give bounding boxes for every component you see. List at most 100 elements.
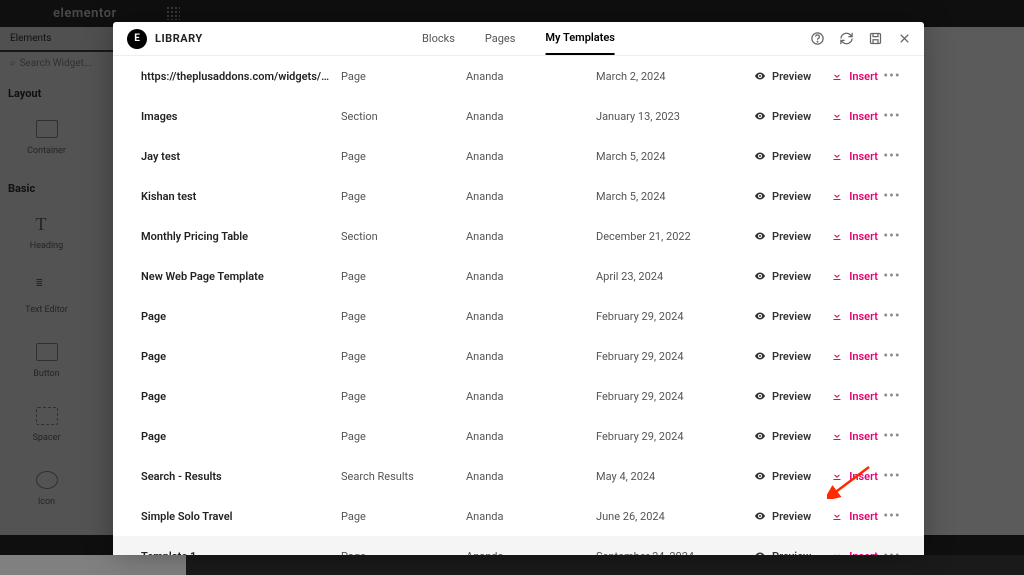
table-row: Jay testPageAnandaMarch 5, 2024PreviewIn…: [113, 136, 924, 176]
preview-button[interactable]: Preview: [754, 470, 811, 483]
more-actions-button[interactable]: •••: [878, 428, 906, 444]
row-actions: Preview Insert: [741, 430, 878, 443]
template-type: Page: [341, 430, 466, 443]
insert-label: Insert: [849, 430, 878, 443]
tab-pages[interactable]: Pages: [485, 22, 516, 55]
close-icon[interactable]: [897, 31, 912, 46]
preview-button[interactable]: Preview: [754, 350, 811, 363]
insert-button[interactable]: Insert: [831, 70, 878, 83]
preview-button[interactable]: Preview: [754, 310, 811, 323]
eye-icon: [754, 510, 766, 522]
eye-icon: [754, 190, 766, 202]
template-author: Ananda: [466, 150, 596, 163]
template-date: January 13, 2023: [596, 110, 741, 123]
modal-body[interactable]: https://theplusaddons.com/widgets/ - 01/…: [113, 56, 924, 555]
insert-button[interactable]: Insert: [831, 110, 878, 123]
tab-my-templates[interactable]: My Templates: [545, 22, 615, 55]
preview-button[interactable]: Preview: [754, 70, 811, 83]
preview-button[interactable]: Preview: [754, 270, 811, 283]
table-row: Template 1PageAnandaSeptember 24, 2024Pr…: [113, 536, 924, 555]
template-author: Ananda: [466, 390, 596, 403]
more-actions-button[interactable]: •••: [878, 68, 906, 84]
refresh-icon[interactable]: [839, 31, 854, 46]
insert-label: Insert: [849, 70, 878, 83]
preview-button[interactable]: Preview: [754, 430, 811, 443]
insert-button[interactable]: Insert: [831, 470, 878, 483]
preview-label: Preview: [772, 550, 811, 556]
insert-button[interactable]: Insert: [831, 390, 878, 403]
download-icon: [831, 310, 843, 322]
preview-button[interactable]: Preview: [754, 190, 811, 203]
template-author: Ananda: [466, 310, 596, 323]
insert-label: Insert: [849, 150, 878, 163]
eye-icon: [754, 550, 766, 555]
row-actions: Preview Insert: [741, 110, 878, 123]
more-actions-button[interactable]: •••: [878, 388, 906, 404]
template-name: https://theplusaddons.com/widgets/ - 01/…: [141, 70, 341, 83]
more-actions-button[interactable]: •••: [878, 108, 906, 124]
insert-label: Insert: [849, 230, 878, 243]
preview-button[interactable]: Preview: [754, 550, 811, 556]
template-name: Page: [141, 430, 341, 443]
more-actions-button[interactable]: •••: [878, 468, 906, 484]
insert-button[interactable]: Insert: [831, 190, 878, 203]
download-icon: [831, 150, 843, 162]
download-icon: [831, 470, 843, 482]
more-actions-button[interactable]: •••: [878, 228, 906, 244]
template-name: Page: [141, 390, 341, 403]
template-author: Ananda: [466, 550, 596, 556]
table-row: ImagesSectionAnandaJanuary 13, 2023Previ…: [113, 96, 924, 136]
template-type: Page: [341, 350, 466, 363]
template-type: Page: [341, 150, 466, 163]
more-actions-button[interactable]: •••: [878, 268, 906, 284]
preview-button[interactable]: Preview: [754, 150, 811, 163]
template-type: Section: [341, 110, 466, 123]
preview-button[interactable]: Preview: [754, 110, 811, 123]
row-actions: Preview Insert: [741, 550, 878, 556]
more-actions-button[interactable]: •••: [878, 148, 906, 164]
insert-label: Insert: [849, 310, 878, 323]
more-actions-button[interactable]: •••: [878, 308, 906, 324]
preview-button[interactable]: Preview: [754, 230, 811, 243]
library-modal: E LIBRARY Blocks Pages My Templates http…: [113, 22, 924, 555]
preview-button[interactable]: Preview: [754, 510, 811, 523]
more-actions-button[interactable]: •••: [878, 188, 906, 204]
table-row: Search - ResultsSearch ResultsAnandaMay …: [113, 456, 924, 496]
more-actions-button[interactable]: •••: [878, 548, 906, 555]
insert-button[interactable]: Insert: [831, 510, 878, 523]
template-type: Page: [341, 270, 466, 283]
template-name: Template 1: [141, 550, 341, 556]
insert-button[interactable]: Insert: [831, 230, 878, 243]
template-type: Page: [341, 390, 466, 403]
template-date: February 29, 2024: [596, 310, 741, 323]
template-name: Kishan test: [141, 190, 341, 203]
insert-button[interactable]: Insert: [831, 150, 878, 163]
row-actions: Preview Insert: [741, 270, 878, 283]
preview-label: Preview: [772, 150, 811, 163]
insert-label: Insert: [849, 350, 878, 363]
help-icon[interactable]: [810, 31, 825, 46]
template-date: December 21, 2022: [596, 230, 741, 243]
download-icon: [831, 190, 843, 202]
template-author: Ananda: [466, 350, 596, 363]
insert-button[interactable]: Insert: [831, 270, 878, 283]
tab-blocks[interactable]: Blocks: [422, 22, 455, 55]
insert-button[interactable]: Insert: [831, 310, 878, 323]
table-row: Simple Solo TravelPageAnandaJune 26, 202…: [113, 496, 924, 536]
insert-button[interactable]: Insert: [831, 350, 878, 363]
preview-button[interactable]: Preview: [754, 390, 811, 403]
more-actions-button[interactable]: •••: [878, 348, 906, 364]
more-actions-button[interactable]: •••: [878, 508, 906, 524]
save-icon[interactable]: [868, 31, 883, 46]
template-name: Images: [141, 110, 341, 123]
template-author: Ananda: [466, 190, 596, 203]
download-icon: [831, 270, 843, 282]
insert-button[interactable]: Insert: [831, 550, 878, 556]
preview-label: Preview: [772, 270, 811, 283]
template-author: Ananda: [466, 70, 596, 83]
insert-button[interactable]: Insert: [831, 430, 878, 443]
template-name: Search - Results: [141, 470, 341, 483]
download-icon: [831, 350, 843, 362]
row-actions: Preview Insert: [741, 470, 878, 483]
eye-icon: [754, 70, 766, 82]
